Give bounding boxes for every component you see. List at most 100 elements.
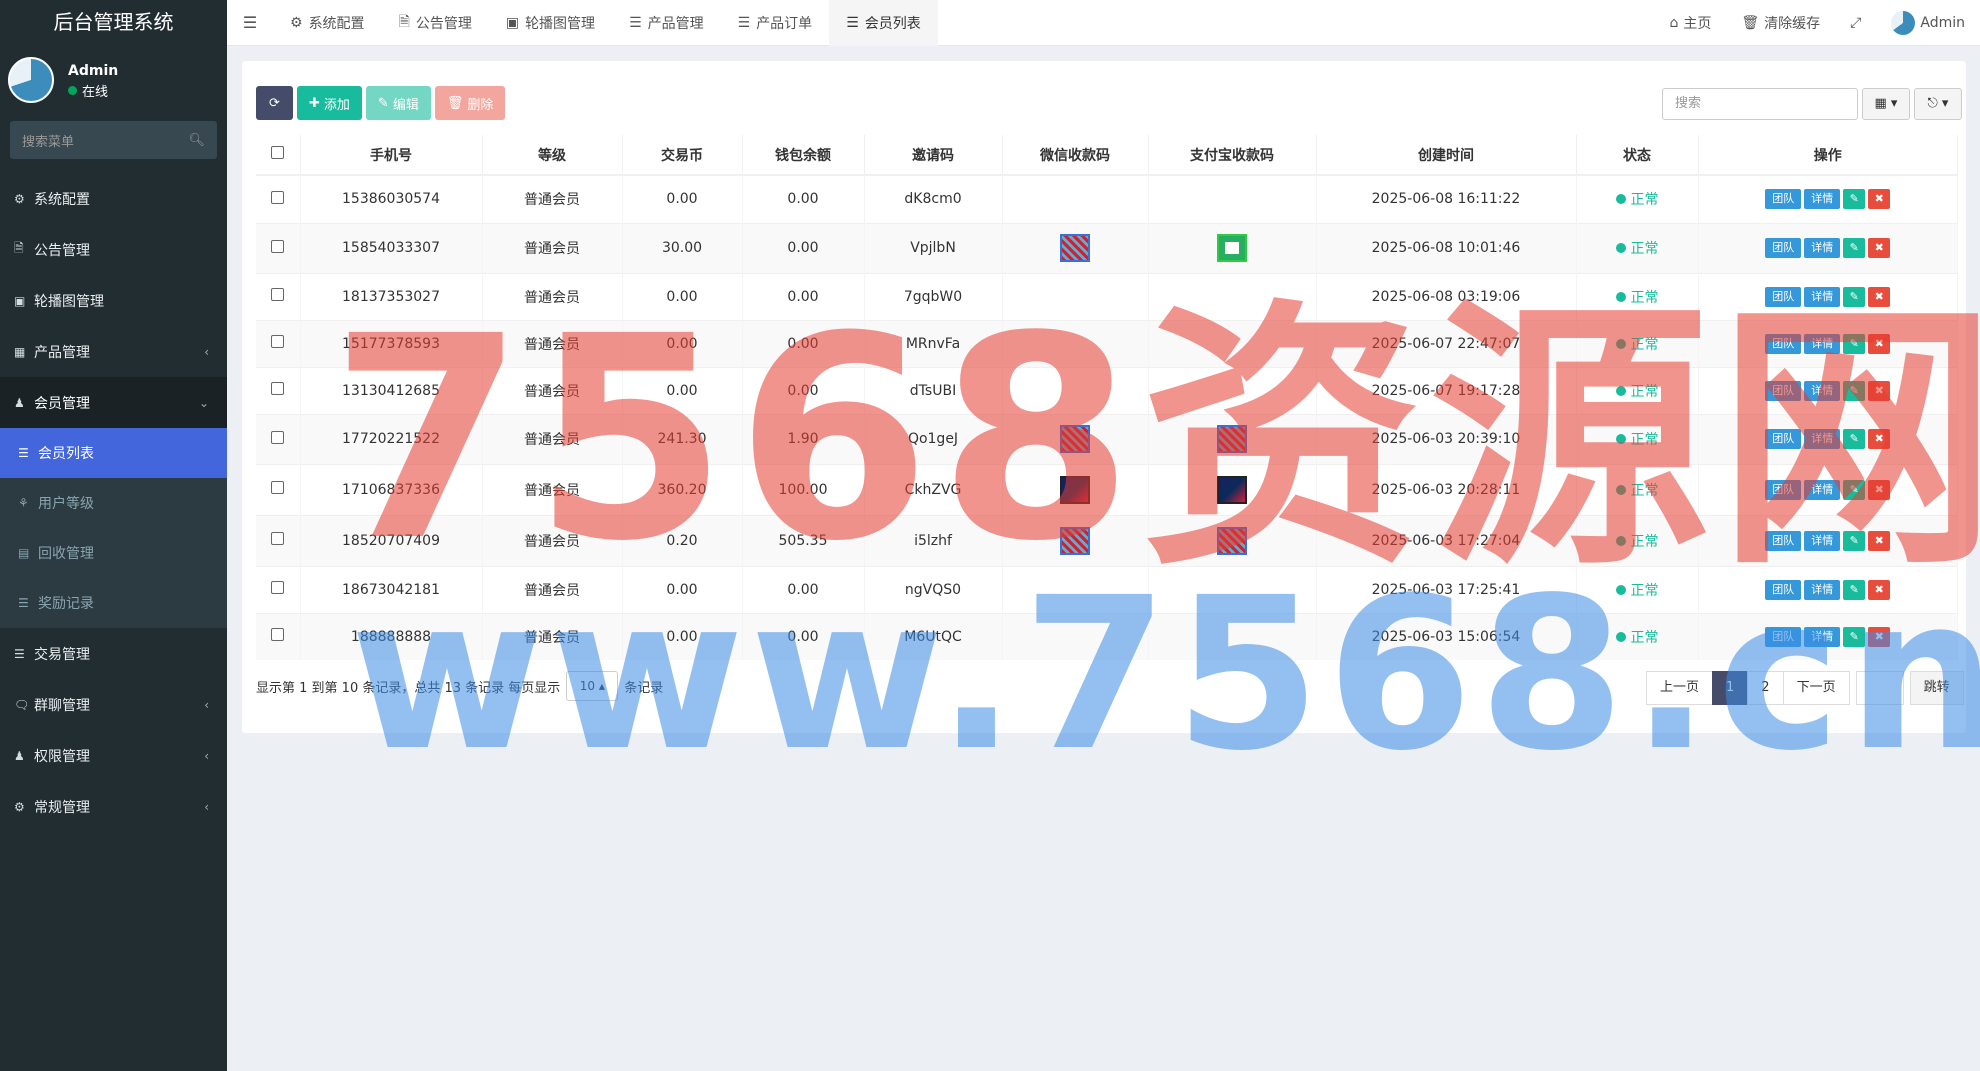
page-button-1[interactable]: 1 (1712, 671, 1749, 705)
edit-row-button[interactable]: ✎ (1843, 479, 1866, 500)
edit-row-button[interactable]: ✎ (1843, 286, 1866, 307)
detail-button[interactable]: 详情 (1804, 626, 1841, 647)
edit-row-button[interactable]: ✎ (1843, 333, 1866, 354)
delete-row-button[interactable]: ✖ (1868, 333, 1891, 354)
row-checkbox[interactable] (271, 190, 285, 204)
table-row[interactable]: 17720221522 普通会员 241.30 1.90 Qo1geJ 2025-06-0… (256, 413, 1958, 464)
delete-row-button[interactable]: ✖ (1868, 479, 1891, 500)
alipay-qr-image[interactable] (1217, 425, 1247, 453)
edit-button[interactable]: ✎ 编辑 (365, 86, 431, 120)
tab-product-order[interactable]: ☰ 产品订单 (721, 0, 830, 46)
team-button[interactable]: 团队 (1765, 189, 1802, 210)
alipay-qr-image[interactable] (1217, 475, 1247, 504)
row-checkbox[interactable] (271, 481, 285, 494)
wechat-qr-image[interactable] (1060, 425, 1090, 453)
row-checkbox[interactable] (271, 335, 285, 348)
select-all-cell[interactable] (256, 135, 301, 176)
clear-cache-link[interactable]: 🗑︎ 清除缓存 (1726, 13, 1835, 33)
col-invite-code[interactable]: 邀请码 (864, 135, 1003, 176)
export-button[interactable]: ⎋ ▾ (1914, 88, 1962, 120)
team-button[interactable]: 团队 (1765, 579, 1802, 600)
detail-button[interactable]: 详情 (1804, 380, 1841, 401)
tab-notice[interactable]: 🗎︎ 公告管理 (382, 0, 489, 46)
next-page-button[interactable]: 下一页 (1782, 671, 1850, 705)
sidebar-item-group-chat[interactable]: 🗨︎ 群聊管理 ‹ (0, 679, 227, 730)
col-alipay-qr[interactable]: 支付宝收款码 (1148, 135, 1317, 176)
delete-row-button[interactable]: ✖ (1868, 238, 1891, 258)
sidebar-item-system-config[interactable]: ⚙ 系统配置 (0, 173, 227, 224)
row-select-cell[interactable] (256, 272, 301, 320)
team-button[interactable]: 团队 (1765, 429, 1802, 449)
page-size-select[interactable]: 10 ▴ (566, 671, 619, 701)
row-select-cell[interactable] (256, 565, 301, 613)
team-button[interactable]: 团队 (1765, 238, 1802, 258)
sidebar-subitem-member-list[interactable]: ☰ 会员列表 (0, 428, 227, 478)
sidebar-item-permission[interactable]: ♟ 权限管理 ‹ (0, 730, 227, 781)
detail-button[interactable]: 详情 (1804, 530, 1841, 551)
refresh-button[interactable]: ⟳ (256, 86, 293, 120)
wechat-qr-image[interactable] (1060, 526, 1090, 555)
tab-system-config[interactable]: ⚙ 系统配置 (273, 0, 382, 46)
detail-button[interactable]: 详情 (1804, 189, 1841, 210)
sidebar-subitem-recycle[interactable]: ▤ 回收管理 (0, 528, 227, 578)
jump-button[interactable]: 跳转 (1909, 671, 1964, 705)
row-checkbox[interactable] (271, 581, 285, 594)
sidebar-item-general[interactable]: ⚙ 常规管理 ‹ (0, 781, 227, 832)
home-link[interactable]: ⌂ 主页 (1655, 13, 1727, 33)
team-button[interactable]: 团队 (1765, 479, 1802, 500)
delete-row-button[interactable]: ✖ (1868, 429, 1891, 449)
edit-row-button[interactable]: ✎ (1843, 238, 1866, 258)
table-row[interactable]: 18520707409 普通会员 0.20 505.35 i5lzhf 2025-06-0… (256, 514, 1958, 566)
edit-row-button[interactable]: ✎ (1843, 429, 1866, 449)
detail-button[interactable]: 详情 (1804, 333, 1841, 354)
sidebar-subitem-user-level[interactable]: ⚘ 用户等级 (0, 478, 227, 528)
col-wechat-qr[interactable]: 微信收款码 (1002, 135, 1149, 176)
detail-button[interactable]: 详情 (1804, 286, 1841, 307)
columns-toggle-button[interactable]: ▦ ▾ (1862, 88, 1910, 120)
edit-row-button[interactable]: ✎ (1843, 626, 1866, 647)
team-button[interactable]: 团队 (1765, 380, 1802, 401)
row-select-cell[interactable] (256, 222, 301, 273)
team-button[interactable]: 团队 (1765, 626, 1802, 647)
table-row[interactable]: 17106837336 普通会员 360.20 100.00 CkhZVG 2025-06… (256, 463, 1958, 515)
search-icon[interactable]: 🔍︎ (188, 133, 205, 148)
row-select-cell[interactable] (256, 612, 301, 660)
row-checkbox[interactable] (271, 532, 285, 545)
wechat-qr-image[interactable] (1060, 475, 1090, 504)
col-balance[interactable]: 钱包余额 (742, 135, 865, 176)
delete-row-button[interactable]: ✖ (1868, 380, 1891, 401)
menu-toggle-icon[interactable]: ☰ (227, 13, 273, 32)
team-button[interactable]: 团队 (1765, 286, 1802, 307)
edit-row-button[interactable]: ✎ (1843, 530, 1866, 551)
table-row[interactable]: 15177378593 普通会员 0.00 0.00 MRnvFa 2025-06-07 … (256, 319, 1958, 367)
row-select-cell[interactable] (256, 366, 301, 414)
table-row[interactable]: 18673042181 普通会员 0.00 0.00 ngVQS0 2025-06-03 … (256, 565, 1958, 613)
edit-row-button[interactable]: ✎ (1843, 380, 1866, 401)
sidebar-item-product[interactable]: ▦ 产品管理 ‹ (0, 326, 227, 377)
row-select-cell[interactable] (256, 413, 301, 464)
delete-row-button[interactable]: ✖ (1868, 579, 1891, 600)
page-button-2[interactable]: 2 (1747, 671, 1784, 705)
table-row[interactable]: 15386030574 普通会员 0.00 0.00 dK8cm0 2025-06-08 … (256, 174, 1958, 223)
row-checkbox[interactable] (271, 628, 285, 642)
delete-row-button[interactable]: ✖ (1868, 286, 1891, 307)
row-checkbox[interactable] (271, 239, 285, 253)
col-phone[interactable]: 手机号 (300, 135, 483, 176)
row-checkbox[interactable] (271, 430, 285, 444)
sidebar-item-notice[interactable]: 🗎︎ 公告管理 (0, 224, 227, 275)
prev-page-button[interactable]: 上一页 (1646, 671, 1714, 705)
tab-product[interactable]: ☰ 产品管理 (612, 0, 721, 46)
row-select-cell[interactable] (256, 463, 301, 515)
table-row[interactable]: 15854033307 普通会员 30.00 0.00 VpjlbN 2025-06-08… (256, 222, 1958, 273)
sidebar-item-trade[interactable]: ☰ 交易管理 (0, 628, 227, 679)
row-checkbox[interactable] (271, 288, 285, 301)
team-button[interactable]: 团队 (1765, 530, 1802, 551)
table-row[interactable]: 13130412685 普通会员 0.00 0.00 dTsUBI 2025-06-07 … (256, 366, 1958, 414)
delete-row-button[interactable]: ✖ (1868, 626, 1891, 647)
alipay-qr-image[interactable] (1217, 234, 1247, 262)
tab-member-list[interactable]: ☰ 会员列表 (829, 0, 938, 46)
app-title[interactable]: 后台管理系统 (0, 0, 227, 45)
delete-row-button[interactable]: ✖ (1868, 530, 1891, 551)
detail-button[interactable]: 详情 (1804, 429, 1841, 449)
col-status[interactable]: 状态 (1576, 135, 1699, 176)
